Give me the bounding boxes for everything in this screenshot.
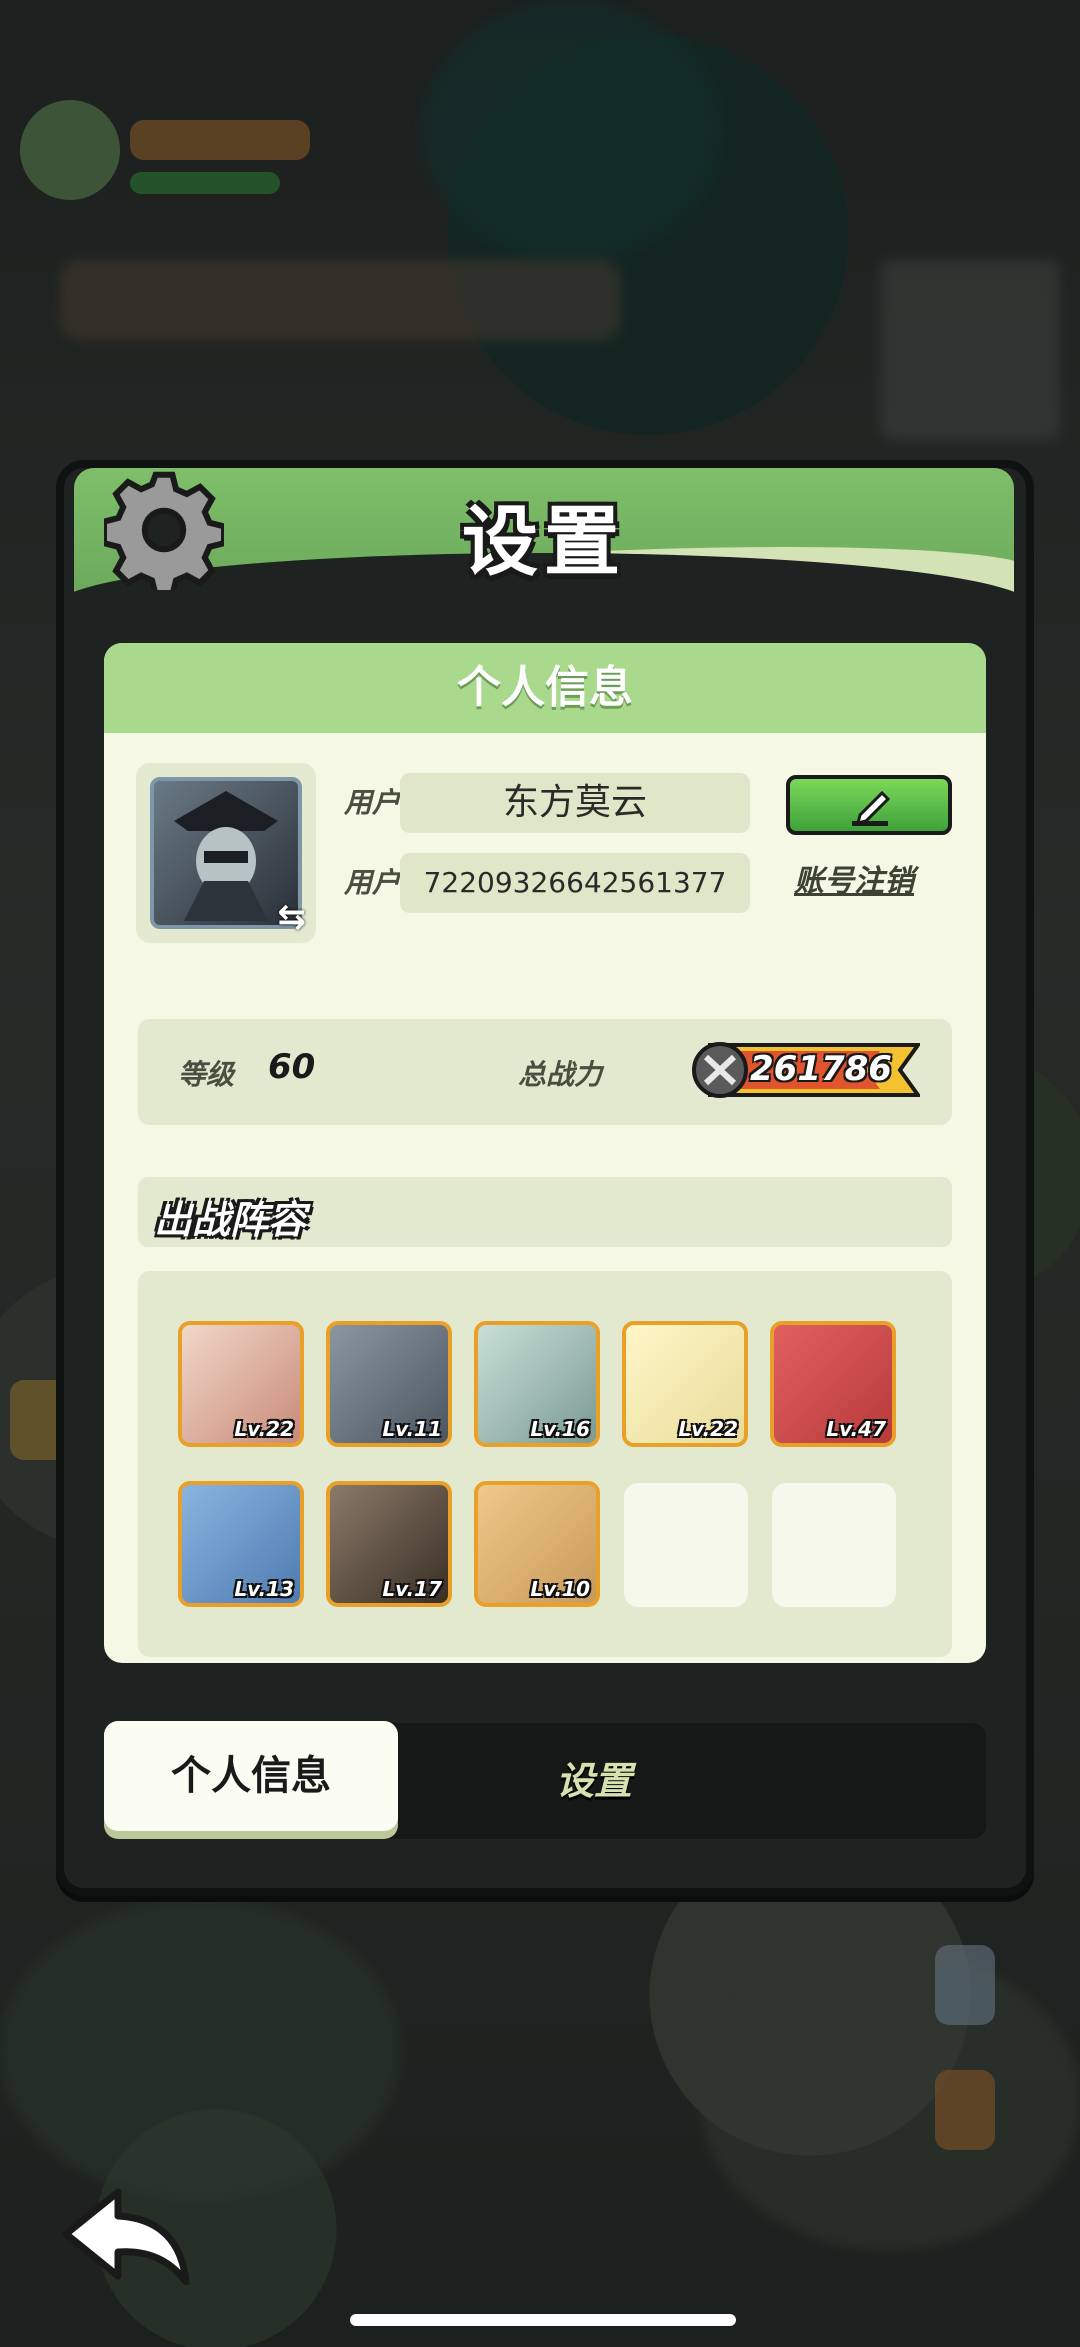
delete-account-link[interactable]: 账号注销 (794, 856, 914, 900)
power-label: 总战力 (518, 1058, 603, 1091)
lineup-header: 出战阵容 (138, 1177, 952, 1247)
profile-content: 个人信息 ⇆ 用户昵称 东方莫云 用户 ID 72209326642561377… (104, 643, 986, 1663)
back-arrow-icon[interactable] (58, 2182, 198, 2292)
empty-hero-slot[interactable] (772, 1483, 896, 1607)
hero-slot[interactable]: Lv.10 (474, 1481, 600, 1607)
hero-slot[interactable]: Lv.11 (326, 1321, 452, 1447)
hero-slot[interactable]: Lv.22 (178, 1321, 304, 1447)
level-label: 等级 (178, 1058, 235, 1091)
tab-settings[interactable]: 设置 (494, 1723, 694, 1839)
tab-bar: 个人信息 设置 (104, 1721, 986, 1839)
power-value: 261786 (750, 1049, 892, 1089)
hero-slot[interactable]: Lv.47 (770, 1321, 896, 1447)
hero-slot[interactable]: Lv.17 (326, 1481, 452, 1607)
tab-profile[interactable]: 个人信息 (104, 1721, 398, 1831)
dialog-title-bar: 设置 (74, 468, 1014, 603)
home-indicator[interactable] (350, 2314, 736, 2326)
power-badge: 261786 (690, 1039, 920, 1101)
avatar-frame[interactable]: ⇆ (136, 763, 316, 943)
swap-avatar-icon: ⇆ (277, 897, 307, 937)
lineup-title: 出战阵容 (154, 1198, 307, 1242)
nickname-field: 东方莫云 (400, 773, 750, 833)
empty-hero-slot[interactable] (624, 1483, 748, 1607)
hero-slot[interactable]: Lv.22 (622, 1321, 748, 1447)
section-title: 个人信息 (104, 643, 986, 733)
hero-slot[interactable]: Lv.13 (178, 1481, 304, 1607)
lineup-grid: Lv.22 Lv.11 Lv.16 Lv.22 Lv.47 Lv.13 Lv.1… (138, 1271, 952, 1657)
level-value: 60 (268, 1047, 316, 1087)
settings-dialog: 设置 个人信息 ⇆ 用户昵称 东方莫云 用户 ID 7220932664 (56, 460, 1034, 1896)
user-id-field: 72209326642561377 (400, 853, 750, 913)
edit-nickname-button[interactable] (786, 775, 952, 835)
hero-slot[interactable]: Lv.16 (474, 1321, 600, 1447)
dialog-title: 设置 (462, 497, 626, 586)
pencil-icon (852, 790, 891, 826)
stats-bar: 等级 60 总战力 261786 (138, 1019, 952, 1125)
